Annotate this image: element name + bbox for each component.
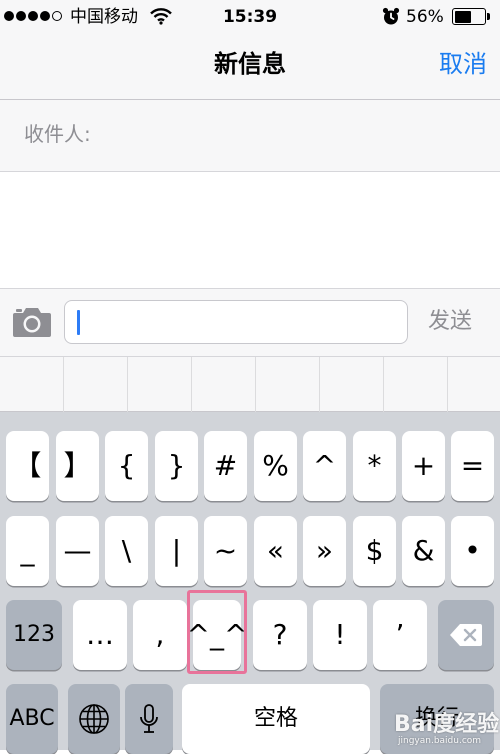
key-plus[interactable]: + bbox=[402, 431, 445, 501]
page-title: 新信息 bbox=[214, 50, 286, 78]
microphone-icon bbox=[140, 704, 158, 733]
battery-percentage: 56% bbox=[406, 7, 444, 27]
key-right-guillemet[interactable]: » bbox=[303, 516, 346, 586]
key-left-guillemet[interactable]: « bbox=[254, 516, 297, 586]
space-key[interactable]: 空格 bbox=[182, 684, 370, 754]
key-question[interactable]: ? bbox=[253, 600, 307, 670]
key-exclamation[interactable]: ! bbox=[313, 600, 367, 670]
key-ampersand[interactable]: & bbox=[402, 516, 445, 586]
backspace-key[interactable] bbox=[438, 600, 494, 670]
key-left-brace[interactable]: { bbox=[105, 431, 148, 501]
microphone-key[interactable] bbox=[125, 684, 173, 754]
recipient-label: 收件人: bbox=[24, 122, 91, 146]
key-right-bracket[interactable]: 】 bbox=[56, 431, 99, 501]
key-asterisk[interactable]: * bbox=[353, 431, 396, 501]
candidate-bar bbox=[0, 356, 500, 413]
key-em-dash[interactable]: — bbox=[56, 516, 99, 586]
recipient-row: 收件人: bbox=[0, 100, 500, 172]
key-right-brace[interactable]: } bbox=[155, 431, 198, 501]
watermark: Bai度经验 jingyan.baidu.com bbox=[382, 702, 500, 750]
key-apostrophe[interactable]: ’ bbox=[373, 600, 427, 670]
message-input[interactable] bbox=[64, 300, 408, 344]
camera-icon[interactable] bbox=[12, 306, 52, 338]
navigation-bar: 新信息 取消 bbox=[0, 33, 500, 100]
message-area bbox=[0, 172, 500, 288]
key-underscore[interactable]: _ bbox=[6, 516, 49, 586]
watermark-logo: Bai度经验 bbox=[394, 712, 500, 737]
key-percent[interactable]: % bbox=[254, 431, 297, 501]
compose-bar: 发送 bbox=[0, 288, 500, 356]
key-left-bracket[interactable]: 【 bbox=[6, 431, 49, 501]
recipient-input[interactable] bbox=[120, 114, 484, 156]
abc-mode-key[interactable]: ABC bbox=[6, 684, 58, 754]
key-bullet[interactable]: • bbox=[451, 516, 494, 586]
battery-icon bbox=[452, 8, 492, 26]
key-tilde[interactable]: ~ bbox=[204, 516, 247, 586]
send-button[interactable]: 发送 bbox=[428, 307, 472, 337]
globe-key[interactable] bbox=[68, 684, 120, 754]
alarm-icon bbox=[382, 7, 400, 25]
key-comma[interactable]: , bbox=[133, 600, 187, 670]
cancel-button[interactable]: 取消 bbox=[439, 47, 487, 81]
key-dollar[interactable]: $ bbox=[353, 516, 396, 586]
key-hash[interactable]: # bbox=[204, 431, 247, 501]
key-ellipsis[interactable]: … bbox=[73, 600, 127, 670]
status-bar: 中国移动 15:39 56% bbox=[0, 0, 500, 33]
key-pipe[interactable]: | bbox=[155, 516, 198, 586]
key-emoticon[interactable]: ^_^ bbox=[187, 600, 247, 670]
backspace-icon bbox=[450, 624, 482, 646]
globe-icon bbox=[79, 704, 109, 734]
text-cursor bbox=[77, 310, 80, 335]
key-backslash[interactable]: \ bbox=[105, 516, 148, 586]
watermark-url: jingyan.baidu.com bbox=[398, 736, 482, 746]
keyboard: 【 】 { } # % ^ * + = _ — \ | ~ « » $ & • … bbox=[0, 412, 500, 754]
key-caret[interactable]: ^ bbox=[303, 431, 346, 501]
key-equals[interactable]: = bbox=[451, 431, 494, 501]
numbers-mode-key[interactable]: 123 bbox=[6, 600, 62, 670]
